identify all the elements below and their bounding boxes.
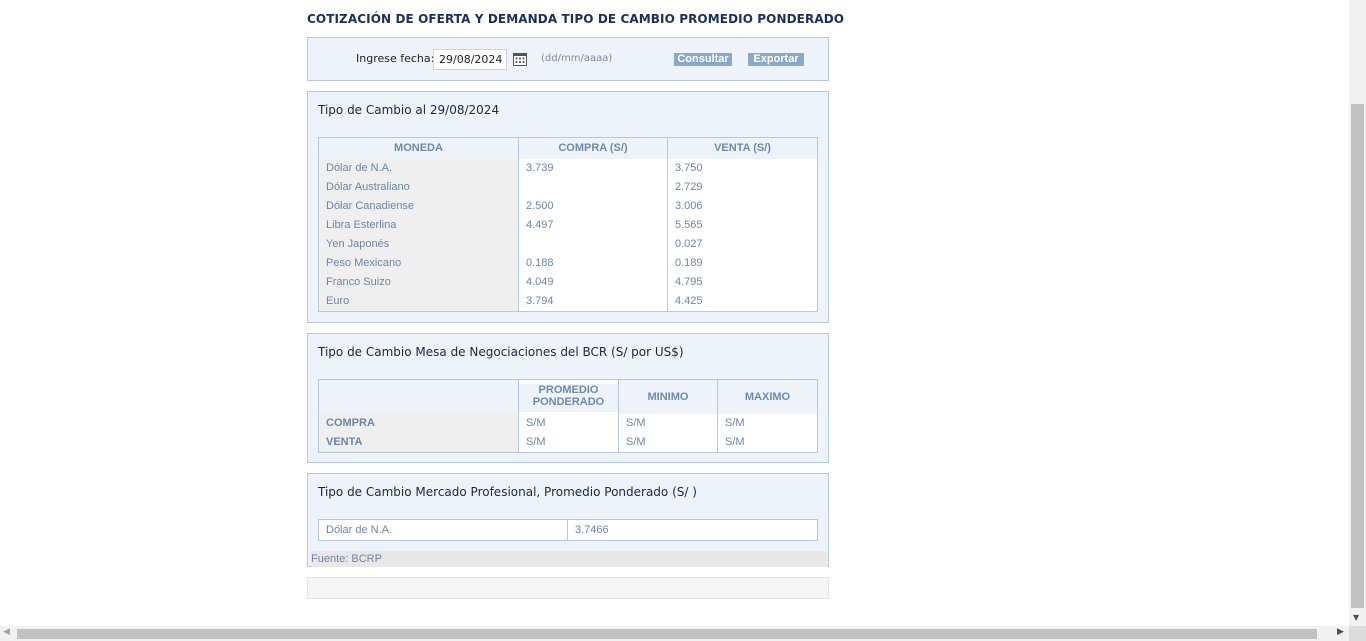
mesa-table: PROMEDIO PONDERADO MINIMO MAXIMO COMPRA …	[318, 379, 818, 453]
header-blank	[319, 380, 518, 414]
venta-value: 4.425	[675, 295, 703, 307]
consultar-button[interactable]: Consultar	[674, 53, 732, 66]
exchange-table: MONEDA COMPRA (S/) VENTA (S/) Dólar de N…	[318, 137, 818, 312]
date-label: Ingrese fecha:	[356, 52, 435, 65]
exchange-rate-section: Tipo de Cambio al 29/08/2024 MONEDA COMP…	[307, 91, 829, 323]
profesional-table: Dólar de N.A. 3.7466	[318, 519, 818, 541]
venta-value: 2.729	[675, 181, 703, 193]
minimo-value: S/M	[626, 436, 646, 448]
empty-footer-panel	[307, 577, 829, 599]
compra-value: 4.049	[526, 276, 554, 288]
profesional-value: 3.7466	[575, 524, 609, 536]
scroll-down-arrow-icon[interactable]: ▼	[1353, 613, 1359, 622]
maximo-value: S/M	[725, 417, 745, 429]
horizontal-scroll-thumb[interactable]	[17, 629, 1317, 639]
header-compra: COMPRA (S/)	[519, 138, 667, 159]
scroll-right-arrow-icon[interactable]: ▶	[1337, 627, 1344, 637]
currency-name: Libra Esterlina	[326, 219, 397, 231]
currency-name: Peso Mexicano	[326, 257, 402, 269]
mercado-profesional-section: Tipo de Cambio Mercado Profesional, Prom…	[307, 473, 829, 567]
vertical-scroll-thumb[interactable]	[1351, 104, 1364, 608]
header-venta: VENTA (S/)	[668, 138, 817, 159]
mesa-section-title: Tipo de Cambio Mesa de Negociaciones del…	[318, 345, 684, 359]
profesional-section-title: Tipo de Cambio Mercado Profesional, Prom…	[318, 485, 697, 499]
currency-name: Dólar de N.A.	[326, 524, 393, 536]
compra-value: 2.500	[526, 200, 554, 212]
venta-value: 3.750	[675, 162, 703, 174]
promedio-value: S/M	[526, 417, 546, 429]
promedio-value: S/M	[526, 436, 546, 448]
row-label: COMPRA	[326, 417, 375, 429]
header-minimo: MINIMO	[619, 380, 717, 414]
currency-name: Dólar Canadiense	[326, 200, 415, 212]
maximo-value: S/M	[725, 436, 745, 448]
minimo-value: S/M	[626, 417, 646, 429]
compra-value: 3.794	[526, 295, 554, 307]
compra-value: 3.739	[526, 162, 554, 174]
date-form-panel: Ingrese fecha: (dd/mm/aaaa) Consultar Ex…	[307, 37, 829, 81]
page-title: COTIZACIÓN DE OFERTA Y DEMANDA TIPO DE C…	[307, 12, 845, 26]
currency-name: Dólar de N.A.	[326, 162, 393, 174]
vertical-scrollbar[interactable]: ▼	[1349, 0, 1366, 626]
date-format-hint: (dd/mm/aaaa)	[541, 53, 613, 64]
scrollbar-corner	[1349, 626, 1366, 641]
venta-value: 0.027	[675, 238, 703, 250]
mesa-negociaciones-section: Tipo de Cambio Mesa de Negociaciones del…	[307, 333, 829, 463]
horizontal-scrollbar[interactable]: ◀ ▶	[0, 626, 1366, 641]
currency-name: Euro	[326, 295, 350, 307]
compra-value: 0.188	[526, 257, 554, 269]
venta-value: 3.006	[675, 200, 703, 212]
header-promedio: PROMEDIO PONDERADO	[519, 384, 618, 412]
calendar-icon[interactable]	[513, 52, 527, 66]
exportar-button[interactable]: Exportar	[748, 53, 804, 66]
venta-value: 5.565	[675, 219, 703, 231]
header-moneda: MONEDA	[319, 138, 518, 159]
exchange-section-title: Tipo de Cambio al 29/08/2024	[318, 103, 500, 117]
currency-name: Dólar Australiano	[326, 181, 410, 193]
currency-name: Franco Suizo	[326, 276, 391, 288]
row-label: VENTA	[326, 436, 363, 448]
currency-name: Yen Japonés	[326, 238, 390, 250]
scroll-left-arrow-icon[interactable]: ◀	[3, 627, 10, 637]
header-maximo: MAXIMO	[718, 380, 817, 414]
date-input[interactable]	[433, 49, 507, 70]
venta-value: 0.189	[675, 257, 703, 269]
compra-value: 4.497	[526, 219, 554, 231]
source-note: Fuente: BCRP	[311, 551, 827, 567]
venta-value: 4.795	[675, 276, 703, 288]
